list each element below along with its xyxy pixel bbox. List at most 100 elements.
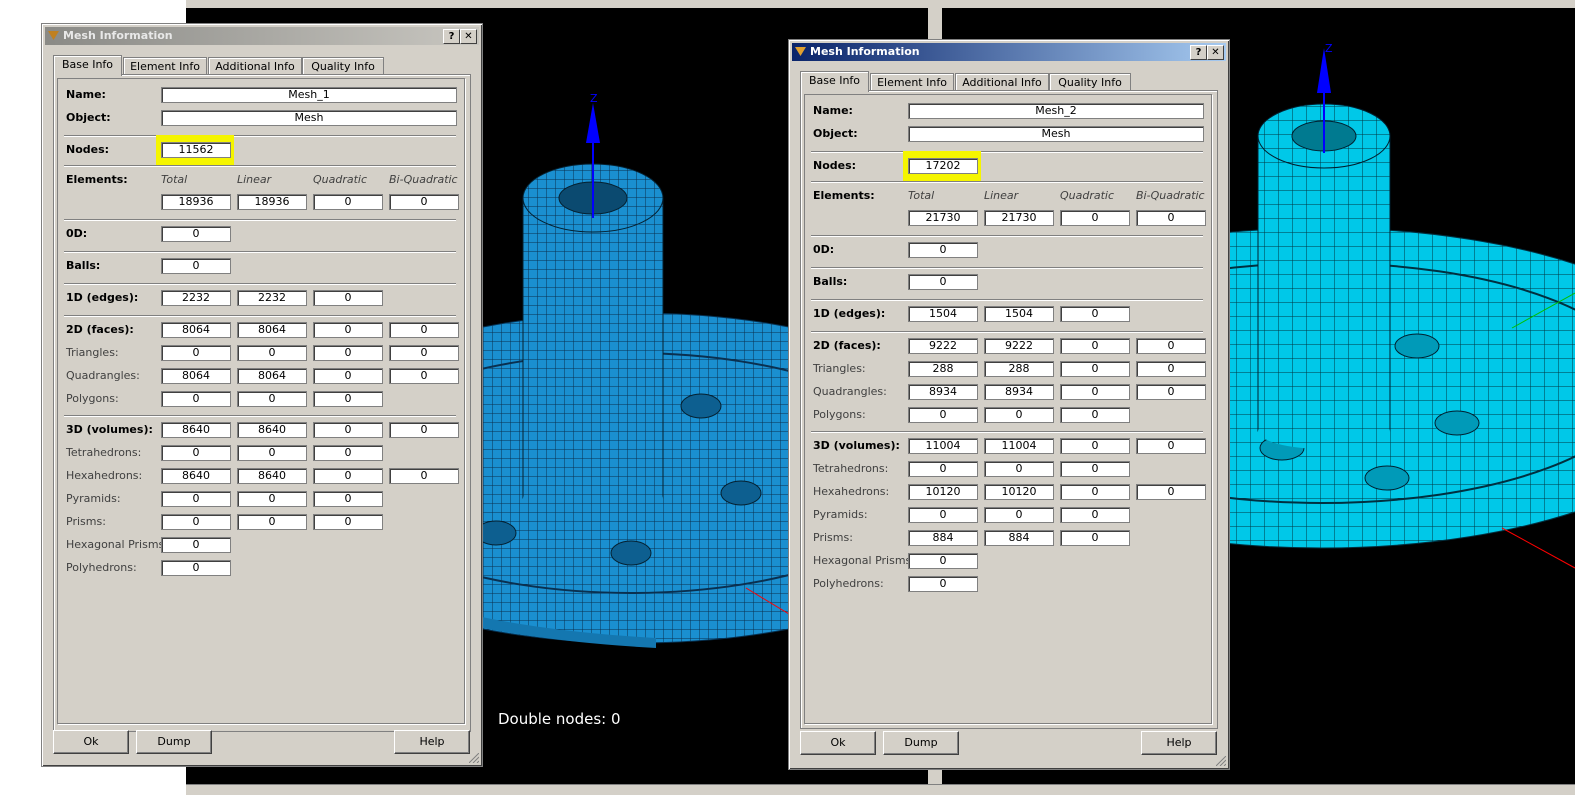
pyramids-value-field[interactable]: 0: [161, 491, 231, 507]
close-icon[interactable]: ✕: [460, 29, 477, 44]
polygons-value-field[interactable]: 0: [313, 391, 383, 407]
triangles-value-field[interactable]: 0: [1060, 361, 1130, 377]
hex-prisms-field[interactable]: 0: [908, 553, 978, 569]
triangles-value-field[interactable]: 0: [1136, 361, 1206, 377]
tab-base-info[interactable]: Base Info: [800, 71, 869, 92]
titlebar[interactable]: Mesh Information ? ✕: [45, 27, 479, 45]
hexahedrons-value-field[interactable]: 0: [1136, 484, 1206, 500]
quadrangles-value-field[interactable]: 8934: [984, 384, 1054, 400]
ok-button[interactable]: Ok: [800, 731, 876, 755]
triangles-value-field[interactable]: 0: [161, 345, 231, 361]
tetrahedrons-value-field[interactable]: 0: [908, 461, 978, 477]
prisms-value-field[interactable]: 0: [161, 514, 231, 530]
prisms-value-field[interactable]: 884: [984, 530, 1054, 546]
resize-grip-icon[interactable]: [469, 753, 479, 763]
triangles-value-field[interactable]: 0: [389, 345, 459, 361]
elements-value-field[interactable]: 18936: [161, 194, 231, 210]
volumes-value-field[interactable]: 11004: [908, 438, 978, 454]
triangles-value-field[interactable]: 0: [237, 345, 307, 361]
polygons-value-field[interactable]: 0: [1060, 407, 1130, 423]
resize-grip-icon[interactable]: [1216, 756, 1226, 766]
tetrahedrons-value-field[interactable]: 0: [984, 461, 1054, 477]
polyhedrons-field[interactable]: 0: [161, 560, 231, 576]
nodes-field[interactable]: 17202: [908, 158, 978, 174]
tetrahedrons-value-field[interactable]: 0: [161, 445, 231, 461]
quadrangles-value-field[interactable]: 8064: [237, 368, 307, 384]
edges-value-field[interactable]: 0: [313, 290, 383, 306]
edges-value-field[interactable]: 1504: [984, 306, 1054, 322]
edges-value-field[interactable]: 2232: [161, 290, 231, 306]
elements-value-field[interactable]: 0: [1060, 210, 1130, 226]
elements-value-field[interactable]: 21730: [908, 210, 978, 226]
pyramids-value-field[interactable]: 0: [984, 507, 1054, 523]
help-title-button[interactable]: ?: [443, 29, 460, 44]
pyramids-value-field[interactable]: 0: [313, 491, 383, 507]
quadrangles-value-field[interactable]: 8064: [161, 368, 231, 384]
tab-additional-info[interactable]: Additional Info: [208, 57, 302, 75]
hexahedrons-value-field[interactable]: 10120: [908, 484, 978, 500]
help-button[interactable]: Help: [394, 730, 470, 754]
tetrahedrons-value-field[interactable]: 0: [313, 445, 383, 461]
elements-value-field[interactable]: 21730: [984, 210, 1054, 226]
polygons-value-field[interactable]: 0: [984, 407, 1054, 423]
pyramids-value-field[interactable]: 0: [1060, 507, 1130, 523]
tab-additional-info[interactable]: Additional Info: [955, 73, 1049, 91]
faces-value-field[interactable]: 0: [1136, 338, 1206, 354]
hexahedrons-value-field[interactable]: 0: [389, 468, 459, 484]
balls-field[interactable]: 0: [908, 274, 978, 290]
elements-value-field[interactable]: 0: [389, 194, 459, 210]
balls-field[interactable]: 0: [161, 258, 231, 274]
prisms-value-field[interactable]: 0: [1060, 530, 1130, 546]
polygons-value-field[interactable]: 0: [237, 391, 307, 407]
volumes-value-field[interactable]: 11004: [984, 438, 1054, 454]
faces-value-field[interactable]: 0: [389, 322, 459, 338]
edges-value-field[interactable]: 0: [1060, 306, 1130, 322]
quadrangles-value-field[interactable]: 0: [1060, 384, 1130, 400]
prisms-value-field[interactable]: 0: [237, 514, 307, 530]
hex-prisms-field[interactable]: 0: [161, 537, 231, 553]
prisms-value-field[interactable]: 0: [313, 514, 383, 530]
od-field[interactable]: 0: [161, 226, 231, 242]
quadrangles-value-field[interactable]: 0: [1136, 384, 1206, 400]
titlebar[interactable]: Mesh Information ? ✕: [792, 43, 1226, 61]
elements-value-field[interactable]: 18936: [237, 194, 307, 210]
edges-value-field[interactable]: 1504: [908, 306, 978, 322]
tetrahedrons-value-field[interactable]: 0: [1060, 461, 1130, 477]
dump-button[interactable]: Dump: [136, 730, 212, 754]
name-field[interactable]: Mesh_2: [908, 103, 1204, 119]
faces-value-field[interactable]: 8064: [237, 322, 307, 338]
tab-element-info[interactable]: Element Info: [123, 57, 207, 75]
nodes-field[interactable]: 11562: [161, 142, 231, 158]
hexahedrons-value-field[interactable]: 0: [1060, 484, 1130, 500]
volumes-value-field[interactable]: 8640: [161, 422, 231, 438]
tab-base-info[interactable]: Base Info: [53, 55, 122, 76]
polyhedrons-field[interactable]: 0: [908, 576, 978, 592]
edges-value-field[interactable]: 2232: [237, 290, 307, 306]
prisms-value-field[interactable]: 884: [908, 530, 978, 546]
pyramids-value-field[interactable]: 0: [237, 491, 307, 507]
faces-value-field[interactable]: 0: [313, 322, 383, 338]
volumes-value-field[interactable]: 0: [1060, 438, 1130, 454]
faces-value-field[interactable]: 8064: [161, 322, 231, 338]
faces-value-field[interactable]: 0: [1060, 338, 1130, 354]
od-field[interactable]: 0: [908, 242, 978, 258]
triangles-value-field[interactable]: 288: [984, 361, 1054, 377]
quadrangles-value-field[interactable]: 0: [389, 368, 459, 384]
volumes-value-field[interactable]: 0: [1136, 438, 1206, 454]
tab-element-info[interactable]: Element Info: [870, 73, 954, 91]
ok-button[interactable]: Ok: [53, 730, 129, 754]
volumes-value-field[interactable]: 0: [313, 422, 383, 438]
triangles-value-field[interactable]: 0: [313, 345, 383, 361]
help-title-button[interactable]: ?: [1190, 45, 1207, 60]
hexahedrons-value-field[interactable]: 10120: [984, 484, 1054, 500]
tetrahedrons-value-field[interactable]: 0: [237, 445, 307, 461]
hexahedrons-value-field[interactable]: 0: [313, 468, 383, 484]
triangles-value-field[interactable]: 288: [908, 361, 978, 377]
tab-quality-info[interactable]: Quality Info: [302, 57, 384, 75]
dump-button[interactable]: Dump: [883, 731, 959, 755]
elements-value-field[interactable]: 0: [1136, 210, 1206, 226]
object-field[interactable]: Mesh: [908, 126, 1204, 142]
quadrangles-value-field[interactable]: 0: [313, 368, 383, 384]
hexahedrons-value-field[interactable]: 8640: [237, 468, 307, 484]
pyramids-value-field[interactable]: 0: [908, 507, 978, 523]
